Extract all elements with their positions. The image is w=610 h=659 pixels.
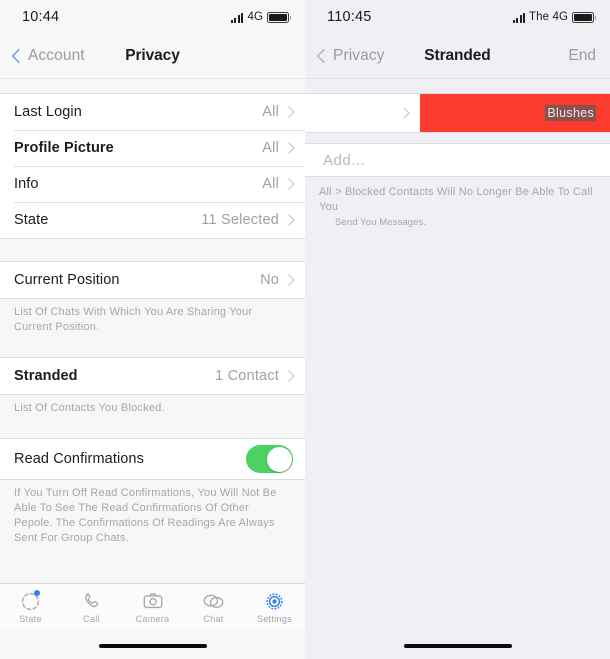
note-read-confirmations: If You Turn Off Read Confirmations, You … [14,487,277,544]
back-button-label: Privacy [333,47,385,64]
chevron-right-icon [283,142,295,154]
row-value: All [262,140,295,156]
row-label: Stranded [14,368,78,384]
note-stranded: List Of Contacts You Blocked. [14,402,165,414]
phone-handset-icon [81,590,102,612]
tab-label: Call [83,614,100,624]
chevron-right-icon [283,274,295,286]
row-profile-picture[interactable]: Profile Picture All [0,130,305,166]
tab-settings[interactable]: Settings [244,590,305,624]
end-button[interactable]: End [568,47,596,65]
row-state[interactable]: State 11 Selected [0,202,305,238]
network-label: The 4G [529,11,568,23]
read-confirmations-toggle[interactable] [246,445,293,473]
tab-label: Chat [203,614,224,624]
tab-call[interactable]: Call [61,590,122,624]
chevron-right-icon [398,107,410,119]
battery-icon [572,11,596,23]
privacy-group-read-confirmations: Read Confirmations [0,438,305,480]
row-stranded[interactable]: Stranded 1 Contact [0,358,305,394]
privacy-group-position: Current Position No [0,261,305,299]
row-value: All [262,104,295,120]
tab-label: State [19,614,42,624]
row-value-text: 1 Contact [215,368,279,384]
row-info[interactable]: Info All [0,166,305,202]
chevron-right-icon [283,214,295,226]
bottom-tab-bar: State Call Camera Chat Settings [0,583,305,630]
gear-icon [264,590,285,612]
row-label: Last Login [14,104,82,120]
camera-icon [142,590,164,612]
tab-chat[interactable]: Chat [183,590,244,624]
toggle-knob [267,446,292,472]
row-value: 1 Contact [215,368,295,384]
row-label: Current Position [14,272,120,288]
back-button-privacy[interactable]: Privacy [316,47,385,65]
chevron-right-icon [283,106,295,118]
row-last-login[interactable]: Last Login All [0,94,305,130]
dual-screen-container: 10:44 4G Account Privacy Last Login All [0,0,610,659]
row-value-text: 11 Selected [201,212,279,228]
row-read-confirmations[interactable]: Read Confirmations [0,439,305,479]
back-button-label: Account [28,47,85,64]
row-label: Info [14,176,39,192]
tab-state[interactable]: State [0,590,61,624]
left-status-bar: 10:44 4G [0,0,305,34]
status-indicators: The 4G [512,11,596,23]
left-nav-bar: Account Privacy [0,34,305,78]
row-label: Profile Picture [14,140,114,156]
delete-button-label: Blushes [545,105,596,121]
row-value-text: No [260,272,279,288]
row-value: 11 Selected [201,212,295,228]
delete-contact-button[interactable]: Blushes [420,94,610,132]
chevron-right-icon [283,370,295,382]
row-label: Read Confirmations [14,451,144,467]
row-value: No [260,272,295,288]
privacy-group-stranded: Stranded 1 Contact [0,357,305,395]
battery-icon [267,11,291,23]
blocked-contacts-note: All > Blocked Contacts Will No Longer Be… [305,177,610,230]
signal-bars-icon [230,12,244,23]
privacy-group-visibility: Last Login All Profile Picture All Info … [0,93,305,239]
home-indicator [98,644,207,648]
row-current-position[interactable]: Current Position No [0,262,305,298]
add-contact-row[interactable]: Add... [305,143,610,177]
note-line-2: Send You Messages. [335,217,427,228]
chevron-right-icon [283,178,295,190]
blocked-contact-row[interactable]: Blushes [305,93,610,133]
state-badge-dot [34,590,40,596]
right-status-bar: 110:45 The 4G [305,0,610,34]
status-time: 110:45 [327,9,372,25]
tab-label: Camera [135,614,170,624]
nav-divider [305,78,610,79]
chat-bubbles-icon [202,590,225,612]
contact-row-front[interactable] [305,94,420,132]
left-phone-screen: 10:44 4G Account Privacy Last Login All [0,0,305,659]
right-nav-bar: Privacy Stranded End [305,34,610,78]
row-value-text: All [262,140,279,156]
state-dashed-circle-icon [20,590,41,612]
right-phone-screen: 110:45 The 4G Privacy Stranded End Blush… [305,0,610,659]
back-button-account[interactable]: Account [11,47,85,65]
chevron-left-icon [11,48,27,64]
row-value: All [262,176,295,192]
status-indicators: 4G [230,11,291,23]
add-contact-label: Add... [323,151,366,169]
row-value-text: All [262,176,279,192]
chevron-left-icon [316,48,332,64]
nav-divider [0,78,305,79]
row-value-text: All [262,104,279,120]
signal-bars-icon [512,12,526,23]
home-indicator [403,644,512,648]
tab-camera[interactable]: Camera [122,590,183,624]
note-current-position: List Of Chats With Which You Are Sharing… [14,306,253,333]
network-label: 4G [247,11,263,23]
status-time: 10:44 [22,9,60,25]
row-label: State [14,212,49,228]
note-line-1: All > Blocked Contacts Will No Longer Be… [319,186,593,213]
tab-label: Settings [257,614,292,624]
